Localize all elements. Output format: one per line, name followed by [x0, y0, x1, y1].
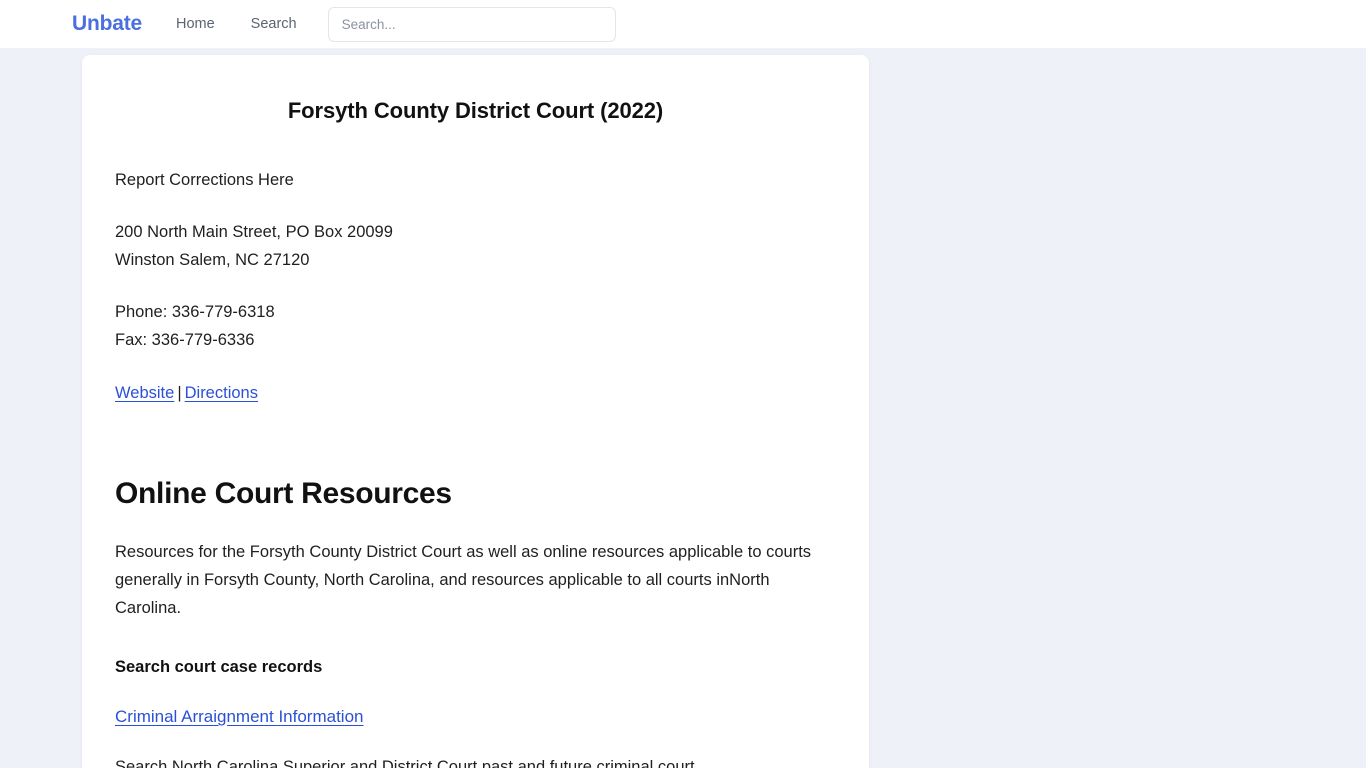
search-court-case-records-heading: Search court case records [115, 658, 323, 676]
link-separator: | [177, 384, 182, 402]
fax-number: Fax: 336-779-6336 [115, 331, 255, 349]
page-body: Forsyth County District Court (2022) Rep… [0, 48, 1366, 768]
primary-nav: Home Search [176, 16, 297, 32]
online-court-resources-heading: Online Court Resources [115, 477, 452, 510]
court-detail-card: Forsyth County District Court (2022) Rep… [82, 55, 869, 768]
page-title: Forsyth County District Court (2022) [287, 98, 664, 123]
phone-number: Phone: 336-779-6318 [115, 303, 275, 321]
address-block: 200 North Main Street, PO Box 20099 Wins… [115, 218, 836, 274]
criminal-arraignment-description: Search North Carolina Superior and Distr… [115, 758, 695, 768]
website-link[interactable]: Website [115, 384, 174, 402]
search-field-wrapper [327, 6, 616, 42]
address-line-2: Winston Salem, NC 27120 [115, 251, 310, 269]
external-links-row: Website | Directions [115, 379, 836, 407]
contact-block: Phone: 336-779-6318 Fax: 336-779-6336 [115, 298, 836, 354]
top-navbar: Unbate Home Search [0, 0, 1366, 48]
report-corrections-text: Report Corrections Here [115, 171, 294, 189]
nav-item-search[interactable]: Search [251, 16, 297, 32]
directions-link[interactable]: Directions [185, 384, 258, 402]
resources-intro-paragraph: Resources for the Forsyth County Distric… [115, 543, 812, 617]
criminal-arraignment-information-link[interactable]: Criminal Arraignment Information [115, 707, 363, 726]
criminal-arraignment-link-row: Criminal Arraignment Information [115, 707, 836, 727]
address-line-1: 200 North Main Street, PO Box 20099 [115, 223, 393, 241]
nav-item-home[interactable]: Home [176, 16, 215, 32]
brand-logo[interactable]: Unbate [72, 12, 142, 36]
search-input[interactable] [327, 6, 616, 42]
